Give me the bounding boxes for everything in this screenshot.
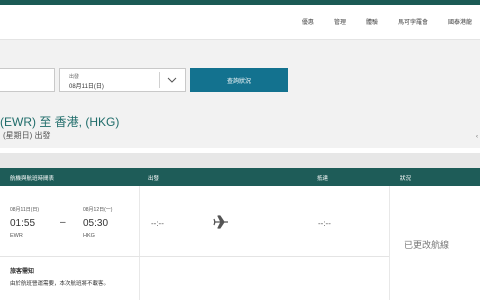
nav-item-cathay-dragon[interactable]: 國泰港龍: [448, 17, 472, 26]
select-separator: [159, 72, 160, 88]
header-departure: 出發: [148, 176, 160, 182]
actual-arrival-time: --:--: [318, 219, 331, 228]
nav-item-manage[interactable]: 管理: [334, 17, 346, 26]
top-brand-bar: [0, 0, 480, 5]
dep-date: 08月11日(日): [10, 207, 40, 213]
actual-departure-time: --:--: [151, 219, 164, 228]
date-caption: 出發: [69, 74, 80, 80]
date-value: 08月11日(日): [69, 84, 104, 90]
notice-text: 由於航班營運需要，本次航班將不載客。: [10, 281, 110, 287]
departure-date-select[interactable]: 出發 08月11日(日): [59, 68, 186, 92]
header-flight-schedule: 航機與航班時間表: [10, 176, 55, 182]
main-nav: 優惠 管理 體驗 馬可孛羅會 國泰港龍: [302, 17, 480, 26]
nav-item-marco-polo[interactable]: 馬可孛羅會: [398, 17, 428, 26]
route-title: (EWR) 至 香港, (HKG): [0, 115, 120, 129]
search-status-button[interactable]: 查詢狀況: [190, 68, 288, 92]
flight-table-header: 航機與航班時間表 出發 抵達 狀況: [0, 168, 480, 186]
arr-airport-code: HKG: [83, 233, 95, 239]
nav-item-experience[interactable]: 體驗: [366, 17, 378, 26]
scheduled-arrival: 08月12日(一) 05:30 HKG: [83, 206, 112, 239]
dep-airport-code: EWR: [10, 233, 23, 239]
arr-date: 08月12日(一): [83, 207, 113, 213]
airplane-icon: [213, 215, 229, 234]
notice-title: 旅客需知: [10, 269, 35, 275]
time-dash: –: [60, 217, 66, 228]
header-arrival: 抵達: [317, 176, 329, 182]
nav-item-offers[interactable]: 優惠: [302, 17, 314, 26]
cell-divider: [389, 186, 390, 300]
chevron-down-icon[interactable]: [165, 72, 179, 88]
route-subtitle: (星期日) 出發: [3, 131, 51, 140]
table-top-band: [0, 153, 480, 168]
arr-time: 05:30: [83, 218, 109, 229]
search-panel: [0, 40, 480, 148]
cell-divider: [139, 186, 140, 300]
row-divider: [0, 256, 389, 257]
destination-field[interactable]: [0, 68, 55, 92]
scheduled-departure: 08月11日(日) 01:55 EWR: [10, 206, 39, 239]
dep-time: 01:55: [10, 218, 36, 229]
chevron-left-icon[interactable]: ‹: [476, 134, 478, 140]
flight-status: 已更改航線: [404, 240, 450, 250]
header-status: 狀況: [400, 176, 412, 182]
